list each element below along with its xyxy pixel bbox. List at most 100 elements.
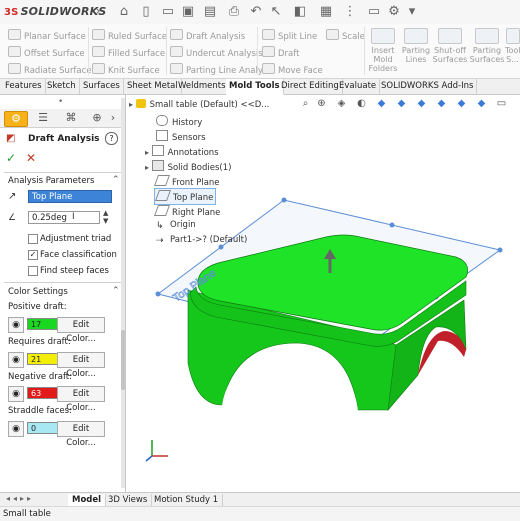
- planar-surface-button[interactable]: Planar Surface: [8, 29, 86, 42]
- tree-item-origin[interactable]: ↳ Origin: [156, 220, 196, 231]
- plane-handle[interactable]: [389, 222, 395, 228]
- show-negative-eye-icon[interactable]: ◉: [8, 386, 24, 402]
- show-positive-eye-icon[interactable]: ◉: [8, 317, 24, 333]
- tree-item-front-plane[interactable]: Front Plane: [153, 175, 220, 188]
- parting-lines-button[interactable]: Parting Lines: [400, 28, 432, 64]
- radiate-surface-button[interactable]: Radiate Surface: [8, 63, 92, 76]
- tree-item-history[interactable]: History: [156, 115, 202, 128]
- open-folder-icon[interactable]: ▭: [160, 4, 176, 20]
- panel-scrollbar-thumb[interactable]: [121, 330, 125, 390]
- undo-icon[interactable]: ↶: [248, 4, 264, 20]
- section-view-icon[interactable]: ◐: [356, 98, 367, 109]
- insert-mold-folders-button[interactable]: Insert Mold Folders: [366, 28, 400, 73]
- draft-analysis-button[interactable]: Draft Analysis: [170, 29, 245, 42]
- tab-sheet-metal[interactable]: Sheet Metal: [124, 79, 182, 94]
- knit-surface-button[interactable]: Knit Surface: [92, 63, 160, 76]
- monitor-icon[interactable]: ▭: [496, 98, 507, 109]
- ok-checkmark-icon[interactable]: ✓: [6, 151, 16, 165]
- cancel-x-icon[interactable]: ✕: [26, 151, 36, 165]
- print-icon[interactable]: ▤: [202, 4, 218, 20]
- plane-handle[interactable]: [155, 291, 161, 297]
- tab-scroll-arrows-icon[interactable]: ◂◂▸▸: [6, 494, 34, 503]
- tab-3d-views[interactable]: 3D Views: [104, 494, 153, 506]
- tree-item-annotations[interactable]: ▸ Annotations: [145, 145, 219, 158]
- panel-tabs-arrow-icon[interactable]: ›: [106, 111, 120, 125]
- split-line-button[interactable]: Split Line: [262, 29, 317, 42]
- draft-angle-input[interactable]: 0.25deg: [28, 211, 100, 224]
- new-document-icon[interactable]: ▯: [138, 4, 154, 20]
- tab-solidworks-add-ins[interactable]: SOLIDWORKS Add-Ins: [378, 79, 478, 94]
- rebuild-icon[interactable]: ◧: [292, 4, 308, 20]
- save-icon[interactable]: ▣: [180, 4, 196, 20]
- tree-item-right-plane[interactable]: Right Plane: [153, 205, 220, 218]
- edit-straddle-color-button[interactable]: Edit Color...: [57, 421, 105, 448]
- scale-button[interactable]: Scale: [326, 29, 365, 42]
- home-icon[interactable]: ⌂: [116, 4, 132, 20]
- edit-positive-color-button[interactable]: Edit Color...: [57, 317, 105, 344]
- shut-off-surfaces-button[interactable]: Shut-off Surfaces: [432, 28, 468, 64]
- tree-item-part1[interactable]: ⇢ Part1->? (Default): [156, 235, 247, 246]
- tab-motion-study[interactable]: Motion Study 1: [150, 494, 224, 506]
- collapse-chevron-icon[interactable]: ⌃: [112, 175, 120, 185]
- color-settings-heading[interactable]: Color Settings: [8, 287, 68, 297]
- tab-model[interactable]: Model: [68, 494, 107, 506]
- apply-scene-icon[interactable]: ◆: [456, 98, 467, 109]
- tab-weldments[interactable]: Weldments: [175, 79, 230, 94]
- undercut-analysis-button[interactable]: Undercut Analysis: [170, 46, 263, 59]
- view-settings-icon[interactable]: ◆: [476, 98, 487, 109]
- zoom-area-icon[interactable]: ⊕: [316, 98, 327, 109]
- move-face-button[interactable]: Move Face: [262, 63, 323, 76]
- tab-features[interactable]: Features: [2, 79, 46, 94]
- tab-evaluate[interactable]: Evaluate: [336, 79, 381, 94]
- hide-show-items-icon[interactable]: ◆: [416, 98, 427, 109]
- previous-view-icon[interactable]: ◈: [336, 98, 347, 109]
- edit-requires-color-button[interactable]: Edit Color...: [57, 352, 105, 379]
- offset-surface-button[interactable]: Offset Surface: [8, 46, 85, 59]
- filled-surface-button[interactable]: Filled Surface: [92, 46, 165, 59]
- options-gear-icon[interactable]: ⚙: [386, 4, 402, 20]
- tree-item-sensors[interactable]: Sensors: [156, 130, 206, 143]
- show-straddle-eye-icon[interactable]: ◉: [8, 421, 24, 437]
- plane-handle[interactable]: [281, 197, 287, 203]
- view-orientation-icon[interactable]: ◆: [376, 98, 387, 109]
- find-steep-faces-checkbox[interactable]: [28, 266, 38, 276]
- tooling-split-button[interactable]: Tool S...: [505, 28, 520, 64]
- feature-manager-tab-icon[interactable]: ☰: [32, 111, 54, 125]
- parting-surfaces-button[interactable]: Parting Surfaces: [469, 28, 505, 64]
- tab-mold-tools[interactable]: Mold Tools: [226, 79, 284, 95]
- print-icon[interactable]: ⎙: [226, 4, 242, 20]
- help-icon[interactable]: ?: [105, 132, 118, 145]
- tree-item-top-plane[interactable]: Top Plane: [154, 188, 217, 205]
- configuration-manager-tab-icon[interactable]: ⌘: [60, 111, 82, 125]
- plane-handle[interactable]: [497, 247, 503, 253]
- traffic-light-icon[interactable]: ⋮: [342, 4, 358, 20]
- menu-expand-icon[interactable]: ›: [90, 4, 106, 20]
- display-style-icon[interactable]: ◆: [396, 98, 407, 109]
- adjustment-triad-checkbox[interactable]: [28, 234, 38, 244]
- panel-scrollbar[interactable]: [121, 98, 125, 488]
- parting-line-analysis-button[interactable]: Parting Line Analysis: [170, 63, 274, 76]
- angle-spinner[interactable]: ▲ ▼: [103, 209, 108, 225]
- panel-grip-icon[interactable]: •: [58, 97, 63, 107]
- tab-sketch[interactable]: Sketch: [44, 79, 80, 94]
- file-properties-icon[interactable]: ▦: [318, 4, 334, 20]
- direction-face-selection[interactable]: Top Plane: [28, 190, 112, 203]
- edit-negative-color-button[interactable]: Edit Color...: [57, 386, 105, 413]
- face-classification-checkbox[interactable]: ✓: [28, 250, 38, 260]
- analysis-parameters-heading[interactable]: Analysis Parameters: [8, 176, 94, 186]
- show-requires-eye-icon[interactable]: ◉: [8, 352, 24, 368]
- tab-direct-editing[interactable]: Direct Editing: [278, 79, 343, 94]
- tab-surfaces[interactable]: Surfaces: [80, 79, 124, 94]
- dimxpert-tab-icon[interactable]: ⊕: [86, 111, 108, 125]
- dropdown-icon[interactable]: ▾: [404, 4, 420, 20]
- select-icon[interactable]: ↖: [268, 4, 284, 20]
- property-manager-tab-icon[interactable]: ⚙: [4, 111, 28, 127]
- collapse-chevron-icon[interactable]: ⌃: [112, 286, 120, 296]
- draft-button[interactable]: Draft: [262, 46, 299, 59]
- tree-root-item[interactable]: ▸ Small table (Default) <<D...: [129, 99, 269, 110]
- ruled-surface-button[interactable]: Ruled Surface: [92, 29, 167, 42]
- edit-appearance-icon[interactable]: ◆: [436, 98, 447, 109]
- tree-item-solid-bodies[interactable]: ▸ Solid Bodies(1): [145, 160, 231, 173]
- display-icon[interactable]: ▭: [366, 4, 382, 20]
- zoom-to-fit-icon[interactable]: ⌕: [300, 98, 311, 109]
